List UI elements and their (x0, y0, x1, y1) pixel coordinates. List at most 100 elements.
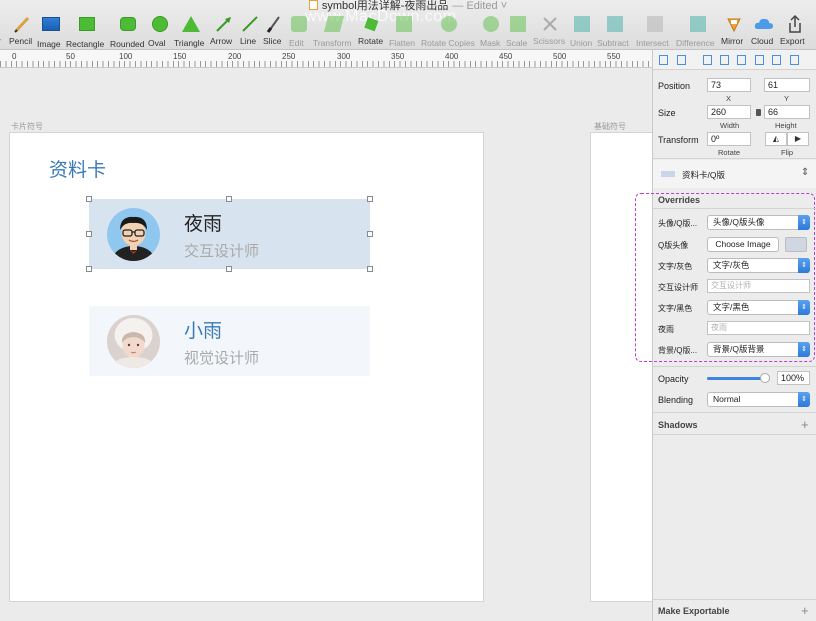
override-name-field[interactable]: 夜雨 (707, 321, 810, 335)
align-middle-icon[interactable] (772, 55, 781, 65)
override-background-select[interactable]: 背景/Q版背景 ⇕ (707, 342, 810, 357)
opacity-label: Opacity (658, 374, 689, 384)
tool-triangle[interactable]: Triangle (174, 14, 208, 48)
select-value: 头像/Q版头像 (713, 217, 765, 227)
tool-image[interactable]: Image (37, 14, 64, 49)
tool-transform[interactable]: Transform (313, 14, 355, 48)
override-label: 交互设计师 (658, 283, 698, 292)
tool-rotate[interactable]: Rotate (358, 14, 386, 48)
tool-subtract[interactable]: Subtract (597, 14, 633, 48)
symbol-name: 资料卡/Q版 (682, 170, 725, 180)
distribute-vertical-icon[interactable] (677, 55, 686, 65)
add-export-icon[interactable]: + (801, 604, 809, 617)
divider (653, 412, 816, 413)
tool-label: Line (240, 36, 257, 46)
tool-label: Rotate Copies (421, 38, 475, 48)
tool-rectangle[interactable]: Rectangle (66, 14, 108, 49)
profile-card-selected[interactable]: 夜雨 交互设计师 (89, 199, 370, 269)
tool-oval[interactable]: Oval (148, 14, 172, 48)
add-shadow-icon[interactable]: + (801, 418, 809, 431)
distribute-horizontal-icon[interactable] (659, 55, 668, 65)
tool-mirror[interactable]: Mirror (721, 14, 747, 48)
tool-arrow[interactable]: Arrow (210, 14, 238, 48)
width-field[interactable]: 260 (707, 105, 751, 119)
flip-horizontal-button[interactable]: ◭ (765, 132, 787, 146)
profile-card[interactable]: 小雨 视觉设计师 (89, 306, 370, 376)
align-top-icon[interactable] (755, 55, 764, 65)
tool-cloud[interactable]: Cloud (751, 14, 777, 48)
cartoon-avatar[interactable] (107, 208, 160, 261)
tool-flatten[interactable]: Flatten (389, 14, 419, 48)
rounded-rect-icon (110, 17, 146, 37)
selection-handle[interactable] (86, 266, 92, 272)
selection-handle[interactable] (367, 196, 373, 202)
chevron-updown-icon: ⇕ (798, 392, 810, 407)
opacity-slider-knob[interactable] (760, 373, 770, 383)
tool-export[interactable]: Export (780, 14, 810, 48)
photo-avatar[interactable] (107, 315, 160, 368)
tool-slice[interactable]: Slice (263, 14, 285, 48)
rotate-field[interactable]: 0º (707, 132, 751, 146)
position-y-field[interactable]: 61 (764, 78, 810, 92)
tool-insert[interactable]: r (0, 14, 8, 48)
image-thumbnail-button[interactable] (785, 237, 807, 252)
selection-handle[interactable] (226, 196, 232, 202)
selection-handle[interactable] (86, 231, 92, 237)
height-field[interactable]: 66 (764, 105, 810, 119)
tool-mask[interactable]: Mask (480, 14, 502, 48)
card-role[interactable]: 视觉设计师 (184, 347, 259, 368)
card-title[interactable]: 资料卡 (49, 155, 106, 182)
tool-label: Rectangle (66, 39, 105, 49)
position-x-field[interactable]: 73 (707, 78, 751, 92)
align-left-icon[interactable] (703, 55, 712, 65)
align-right-icon[interactable] (737, 55, 746, 65)
size-label: Size (658, 108, 676, 118)
tool-line[interactable]: Line (240, 14, 260, 48)
canvas[interactable]: 卡片符号 基础符号 资料卡 夜雨 交互设计师 小雨 视觉设计师 (0, 68, 652, 621)
tool-label: Rotate (358, 36, 384, 46)
override-gray-text-select[interactable]: 文字/灰色 ⇕ (707, 258, 810, 273)
selection-handle[interactable] (226, 266, 232, 272)
selection-handle[interactable] (367, 231, 373, 237)
artboard-label[interactable]: 卡片符号 (11, 121, 43, 132)
flip-vertical-button[interactable]: ▶ (787, 132, 809, 146)
alignment-toolbar (653, 50, 816, 70)
lock-icon[interactable] (756, 109, 761, 116)
horizontal-ruler[interactable]: 0 50 100 150 200 250 300 350 400 450 500… (0, 50, 652, 68)
tool-label: Export (780, 36, 805, 46)
tool-union[interactable]: Union (570, 14, 594, 48)
tool-scissors[interactable]: Scissors (533, 14, 567, 48)
card-name[interactable]: 夜雨 (184, 209, 222, 236)
choose-image-button[interactable]: Choose Image (707, 237, 779, 252)
tool-intersect[interactable]: Intersect (636, 14, 674, 48)
opacity-slider[interactable] (707, 373, 770, 383)
divider (653, 208, 816, 209)
tool-rounded[interactable]: Rounded (110, 14, 146, 49)
tool-pencil[interactable]: Pencil (9, 14, 35, 48)
edited-indicator[interactable]: — Edited ˅ (452, 0, 507, 12)
tool-rotate-copies[interactable]: Rotate Copies (421, 14, 477, 48)
selection-handle[interactable] (367, 266, 373, 272)
chevron-updown-icon: ⇕ (798, 258, 810, 273)
blending-select[interactable]: Normal ⇕ (707, 392, 810, 407)
override-avatar-select[interactable]: 头像/Q版头像 ⇕ (707, 215, 810, 230)
mirror-icon (721, 14, 747, 34)
override-black-text-select[interactable]: 文字/黑色 ⇕ (707, 300, 810, 315)
align-bottom-icon[interactable] (790, 55, 799, 65)
image-icon (37, 17, 64, 37)
select-value: 文字/黑色 (713, 302, 750, 312)
card-name[interactable]: 小雨 (184, 316, 222, 343)
tool-difference[interactable]: Difference (676, 14, 720, 48)
chevron-updown-icon[interactable]: ⇕ (801, 167, 809, 178)
artboard-card-symbols[interactable]: 资料卡 夜雨 交互设计师 小雨 视觉设计师 (10, 133, 483, 601)
align-center-icon[interactable] (720, 55, 729, 65)
override-role-field[interactable]: 交互设计师 (707, 279, 810, 293)
tool-edit[interactable]: Edit (289, 14, 309, 48)
card-role[interactable]: 交互设计师 (184, 240, 259, 261)
symbol-selector[interactable]: 资料卡/Q版 ⇕ (653, 160, 816, 188)
opacity-field[interactable]: 100% (777, 371, 810, 385)
selection-handle[interactable] (86, 196, 92, 202)
artboard-label[interactable]: 基础符号 (594, 121, 626, 132)
tool-scale[interactable]: Scale (506, 14, 530, 48)
ruler-mark: 50 (66, 52, 75, 61)
